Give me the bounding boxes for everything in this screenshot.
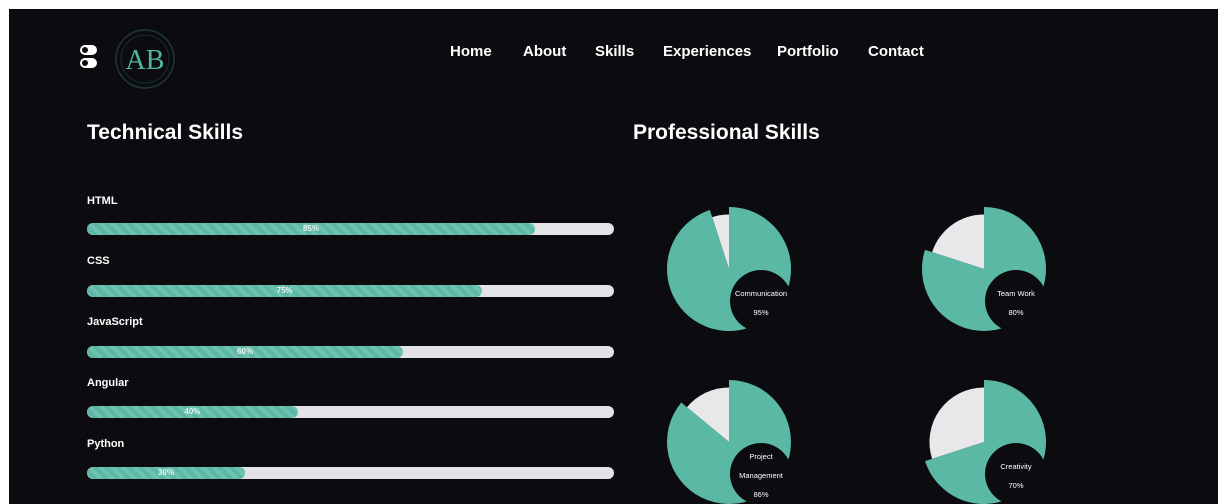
logo-text: AB xyxy=(126,45,165,76)
skill-bar-javascript: 60% xyxy=(87,346,614,358)
pie-chart-project-management: Project Management 86% xyxy=(664,380,794,504)
skill-percent: 40% xyxy=(184,407,201,416)
nav-skills[interactable]: Skills xyxy=(595,43,634,60)
ab-logo-icon[interactable]: AB xyxy=(114,28,176,90)
pie-chart-team work: Team Work 80% xyxy=(919,207,1049,332)
nav-portfolio[interactable]: Portfolio xyxy=(777,43,839,60)
skill-label-angular: Angular xyxy=(87,377,129,389)
pie-chart-creativity: Creativity 70% xyxy=(919,380,1049,504)
skill-bar-html: 85% xyxy=(87,223,614,235)
pie-label-percent: 95% xyxy=(753,308,769,317)
skill-bar-python: 30% xyxy=(87,467,614,479)
skill-bar-angular: 40% xyxy=(87,406,614,418)
page: AB Home About Skills Experiences Portfolio Co… xyxy=(9,9,1218,504)
nav-about[interactable]: About xyxy=(523,43,566,60)
pie-label-disc xyxy=(985,270,1047,332)
skill-percent: 85% xyxy=(302,224,319,233)
pie-chart-communication: Communication 95% xyxy=(664,207,794,332)
skill-bar-css: 75% xyxy=(87,285,614,297)
pie-label-name: Management xyxy=(739,471,783,480)
pie-label-percent: 86% xyxy=(753,490,769,499)
pie-label-percent: 70% xyxy=(1008,481,1024,490)
theme-toggle-icon[interactable] xyxy=(80,45,97,73)
professional-skills-title: Professional Skills xyxy=(633,121,820,144)
technical-skills-title: Technical Skills xyxy=(87,121,244,144)
skill-label-python: Python xyxy=(87,438,125,450)
pie-label-disc xyxy=(730,270,792,332)
skill-label-css: CSS xyxy=(87,255,110,267)
pie-label-disc xyxy=(985,443,1047,504)
pie-label-name: Team Work xyxy=(997,289,1035,298)
pie-label-name: Creativity xyxy=(1000,462,1032,471)
nav-contact[interactable]: Contact xyxy=(868,43,924,60)
nav-experiences[interactable]: Experiences xyxy=(663,43,751,60)
skill-percent: 75% xyxy=(276,286,293,295)
pie-label-name: Project xyxy=(749,452,773,461)
skill-label-html: HTML xyxy=(87,195,118,207)
pie-label-name: Communication xyxy=(734,289,788,298)
skill-percent: 60% xyxy=(237,347,254,356)
skill-percent: 30% xyxy=(158,468,175,477)
nav-home[interactable]: Home xyxy=(450,43,492,60)
pie-label-percent: 80% xyxy=(1008,308,1024,317)
skill-label-javascript: JavaScript xyxy=(87,316,143,328)
